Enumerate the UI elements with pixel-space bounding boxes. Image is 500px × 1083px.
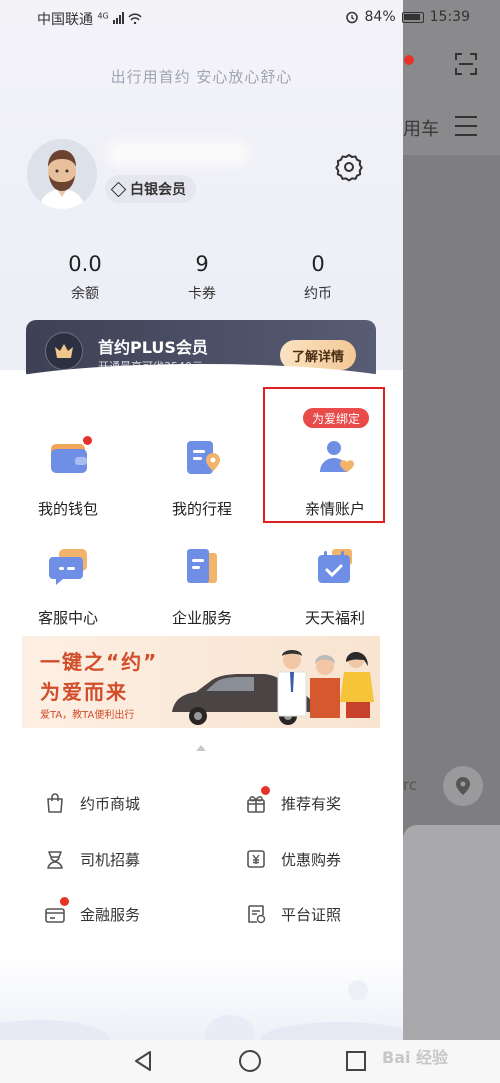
- battery-icon: [401, 11, 424, 23]
- background-bottom-card: [403, 825, 500, 1040]
- member-level-label: 白银会员: [130, 182, 186, 198]
- list-item-driver-recruit[interactable]: 司机招募: [44, 844, 140, 874]
- notification-dot: [261, 786, 270, 795]
- gift-icon: [247, 796, 265, 813]
- watermark: Bai 经验: [382, 1048, 449, 1067]
- background-map-text: rc: [403, 776, 418, 794]
- certificate-icon: [248, 905, 266, 924]
- stat-label: 卡券: [188, 286, 216, 302]
- notification-dot: [83, 436, 92, 445]
- stat-coins[interactable]: 0 约币: [273, 252, 363, 303]
- enterprise-document-icon: [187, 549, 217, 583]
- stat-value: 0.0: [68, 252, 102, 276]
- collapse-arrow-icon[interactable]: [196, 745, 206, 751]
- driver-icon: [47, 851, 63, 869]
- promo-banner[interactable]: 一键之“约” 为爱而来 爱TA，教TA便利出行: [22, 636, 380, 728]
- list-item-label: 推荐有奖: [281, 794, 342, 813]
- list-item-label: 约币商城: [80, 794, 141, 813]
- family-car-illustration: [172, 650, 374, 725]
- signal-wifi-icon: [113, 12, 142, 25]
- chat-icon: [49, 549, 87, 585]
- account-stats: 0.0 余额 9 卡券 0 约币: [0, 252, 403, 312]
- list-item-referral[interactable]: 推荐有奖: [245, 786, 342, 818]
- grid-item-label: 客服中心: [37, 609, 98, 627]
- network-type: 4G: [97, 11, 109, 21]
- settings-gear-icon[interactable]: [334, 152, 364, 182]
- clock: 15:39: [429, 9, 470, 25]
- username-redacted: [108, 140, 248, 166]
- menu-icon[interactable]: [455, 116, 477, 143]
- stat-label: 约币: [304, 286, 332, 302]
- location-pin-icon[interactable]: [443, 766, 483, 806]
- grid-item-label: 我的钱包: [37, 500, 98, 518]
- family-tag: 为爱绑定: [303, 408, 369, 428]
- grid-item-wallet[interactable]: 我的钱包: [3, 436, 133, 526]
- list-item-coupon-purchase[interactable]: 优惠购券: [245, 844, 341, 874]
- list-item-label: 优惠购券: [281, 850, 342, 869]
- slogan: 出行用首约 安心放心舒心: [110, 68, 293, 86]
- card-icon: [45, 908, 65, 923]
- stat-balance[interactable]: 0.0 余额: [40, 252, 130, 303]
- banner-subtitle: 爱TA，教TA便利出行: [40, 710, 135, 721]
- status-right: 84% 15:39: [345, 9, 470, 25]
- side-drawer: 出行用首约 安心放心舒心 白银会员 0.0 余额 9 卡券 0 约币 首约PLU…: [0, 0, 403, 1040]
- home-icon[interactable]: [235, 1046, 265, 1076]
- status-carrier: 中国联通 4G: [37, 9, 143, 29]
- back-icon[interactable]: [128, 1046, 158, 1076]
- grid-item-customer-service[interactable]: 客服中心: [3, 545, 133, 635]
- crown-icon: [45, 332, 83, 370]
- notification-dot: [404, 55, 414, 65]
- list-item-label: 司机招募: [80, 850, 141, 869]
- banner-title-line1: 一键之“约”: [40, 650, 159, 674]
- diamond-icon: [110, 181, 127, 197]
- list-item-label: 平台证照: [281, 905, 342, 924]
- grid-item-daily-benefits[interactable]: 天天福利: [270, 545, 400, 635]
- grid-item-label: 天天福利: [304, 609, 365, 627]
- status-bar: 中国联通 4G 84% 15:39: [0, 0, 500, 34]
- scan-icon[interactable]: [455, 53, 477, 75]
- stat-value: 9: [195, 252, 209, 276]
- member-badge[interactable]: 白银会员: [105, 175, 196, 203]
- grid-item-trips[interactable]: 我的行程: [137, 436, 267, 526]
- background-tab-label: 用车: [403, 119, 439, 140]
- list-item-coin-mall[interactable]: 约币商城: [44, 788, 140, 818]
- grid-item-enterprise[interactable]: 企业服务: [137, 545, 267, 635]
- recents-icon[interactable]: [341, 1046, 371, 1076]
- carrier-name: 中国联通: [37, 12, 93, 28]
- notification-dot: [60, 897, 69, 906]
- grid-item-label: 企业服务: [171, 609, 232, 627]
- calendar-check-icon: [318, 549, 352, 583]
- grid-item-label: 我的行程: [171, 500, 232, 518]
- stat-label: 余额: [71, 286, 99, 302]
- battery-percent: 84%: [364, 9, 396, 25]
- list-item-finance[interactable]: 金融服务: [44, 897, 141, 929]
- stat-value: 0: [311, 252, 325, 276]
- stat-coupons[interactable]: 9 卡券: [157, 252, 247, 303]
- banner-title-line2: 为爱而来: [40, 680, 128, 704]
- yen-coupon-icon: [247, 850, 265, 868]
- list-item-platform-license[interactable]: 平台证照: [245, 899, 341, 929]
- avatar[interactable]: [27, 139, 97, 209]
- shopping-bag-icon: [47, 793, 63, 813]
- list-item-label: 金融服务: [80, 905, 141, 924]
- trip-clipboard-icon: [187, 441, 220, 474]
- plus-title: 首约PLUS会员: [98, 338, 208, 357]
- bottom-decoration: [0, 955, 403, 1040]
- alarm-icon: [345, 11, 358, 24]
